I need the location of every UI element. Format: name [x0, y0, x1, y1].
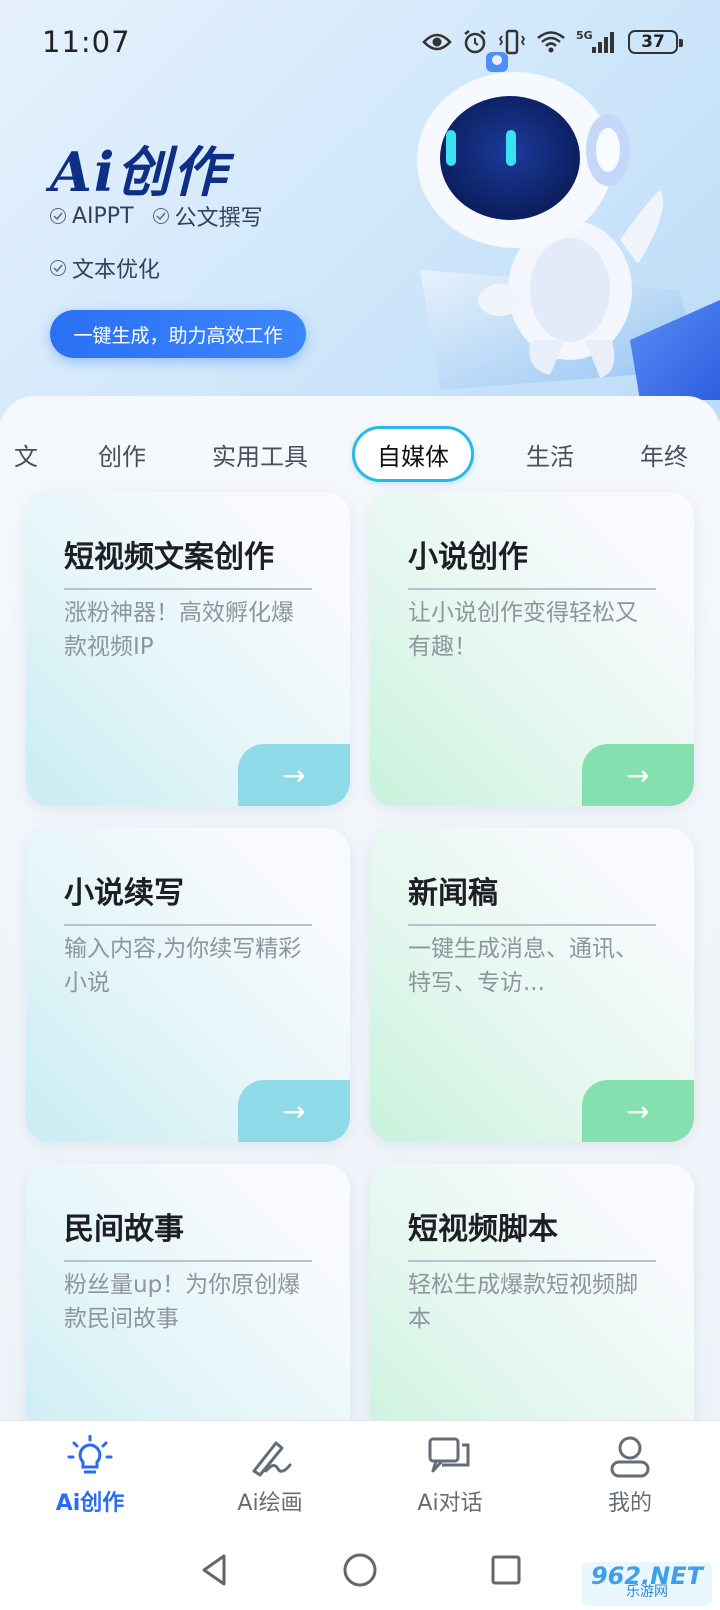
check-circle-icon	[50, 260, 66, 276]
arrow-right-icon[interactable]: →	[582, 1080, 694, 1142]
tab-zimeiti[interactable]: 自媒体	[352, 426, 474, 482]
card-title: 短视频脚本	[408, 1204, 656, 1262]
tab-chuangzuo[interactable]: 创作	[98, 426, 146, 482]
card-novel-continue[interactable]: 小说续写 输入内容,为你续写精彩小说 →	[26, 828, 350, 1142]
feature-item: 公文撰写	[152, 200, 263, 232]
tab-partial-wen[interactable]: 文	[14, 426, 38, 482]
check-circle-icon	[152, 208, 169, 224]
watermark-logo: 962.NET	[590, 1562, 704, 1590]
feature-item: AIPPT	[50, 204, 134, 229]
card-desc: 让小说创作变得轻松又有趣！	[408, 600, 638, 660]
feature-label: 文本优化	[72, 258, 161, 283]
arrow-right-icon[interactable]: →	[582, 744, 694, 806]
robot-mascot-illustration	[417, 52, 720, 400]
hero-cta-button[interactable]: 一键生成，助力高效工作	[50, 310, 306, 358]
card-title: 小说续写	[64, 868, 312, 926]
category-tabs: 文 创作 实用工具 自媒体 生活 年终	[0, 426, 720, 482]
hero-banner: 11:07 5G 37 Ai创作 AIPPT 公文撰写 文本优化 一键生成，助力…	[0, 0, 720, 420]
card-desc: 输入内容,为你续写精彩小说	[64, 936, 302, 996]
arrow-right-icon[interactable]: →	[238, 744, 350, 806]
nav-ai-chat[interactable]: Ai对话	[380, 1435, 520, 1517]
site-watermark: 962.NET 乐游网	[582, 1562, 712, 1606]
feature-label: 公文撰写	[174, 206, 263, 231]
nav-label: 我的	[607, 1490, 652, 1516]
nav-profile[interactable]: 我的	[560, 1435, 700, 1517]
home-circle-icon[interactable]	[342, 1552, 378, 1588]
back-triangle-icon[interactable]	[198, 1552, 230, 1588]
nav-ai-create[interactable]: Ai创作	[20, 1434, 160, 1517]
nav-ai-draw[interactable]: Ai绘画	[200, 1435, 340, 1517]
tab-shenghuo[interactable]: 生活	[526, 426, 574, 482]
arrow-right-icon[interactable]: →	[238, 1080, 350, 1142]
nav-label: Ai创作	[55, 1490, 125, 1516]
feature-label: AIPPT	[72, 203, 134, 229]
chat-icon	[428, 1437, 470, 1472]
card-desc: 轻松生成爆款短视频脚本	[408, 1272, 638, 1332]
card-title: 民间故事	[64, 1204, 312, 1262]
bulb-icon	[67, 1434, 113, 1473]
tab-shiyong-gongju[interactable]: 实用工具	[212, 426, 308, 482]
card-desc: 粉丝量up！为你原创爆款民间故事	[64, 1272, 301, 1332]
card-news-release[interactable]: 新闻稿 一键生成消息、通讯、特写、专访... →	[370, 828, 694, 1142]
feature-item: 文本优化	[50, 252, 160, 284]
hero-title: Ai创作	[50, 140, 229, 204]
status-time: 11:07	[42, 25, 131, 59]
card-desc: 一键生成消息、通讯、特写、专访...	[408, 936, 638, 996]
watermark-text: 乐游网	[626, 1584, 668, 1600]
recents-square-icon[interactable]	[490, 1554, 522, 1586]
card-title: 小说创作	[408, 532, 656, 590]
nav-label: Ai对话	[417, 1490, 483, 1516]
card-title: 短视频文案创作	[64, 532, 312, 590]
card-short-video-copy[interactable]: 短视频文案创作 涨粉神器！高效孵化爆款视频IP →	[26, 492, 350, 806]
bottom-nav: Ai创作 Ai绘画 Ai对话 我的	[0, 1420, 720, 1530]
check-circle-icon	[50, 208, 66, 224]
card-short-video-script[interactable]: 短视频脚本 轻松生成爆款短视频脚本	[370, 1164, 694, 1420]
card-title: 新闻稿	[408, 868, 656, 926]
card-novel-writing[interactable]: 小说创作 让小说创作变得轻松又有趣！ →	[370, 492, 694, 806]
tab-nianzhong[interactable]: 年终	[640, 426, 688, 482]
hero-features: AIPPT 公文撰写 文本优化	[50, 200, 350, 304]
card-folk-story[interactable]: 民间故事 粉丝量up！为你原创爆款民间故事	[26, 1164, 350, 1420]
user-icon	[610, 1436, 650, 1477]
pen-icon	[252, 1441, 292, 1476]
nav-label: Ai绘画	[237, 1490, 303, 1516]
content-panel: 文 创作 实用工具 自媒体 生活 年终 短视频文案创作 涨粉神器！高效孵化爆款视…	[0, 396, 720, 1420]
card-desc: 涨粉神器！高效孵化爆款视频IP	[64, 600, 294, 660]
